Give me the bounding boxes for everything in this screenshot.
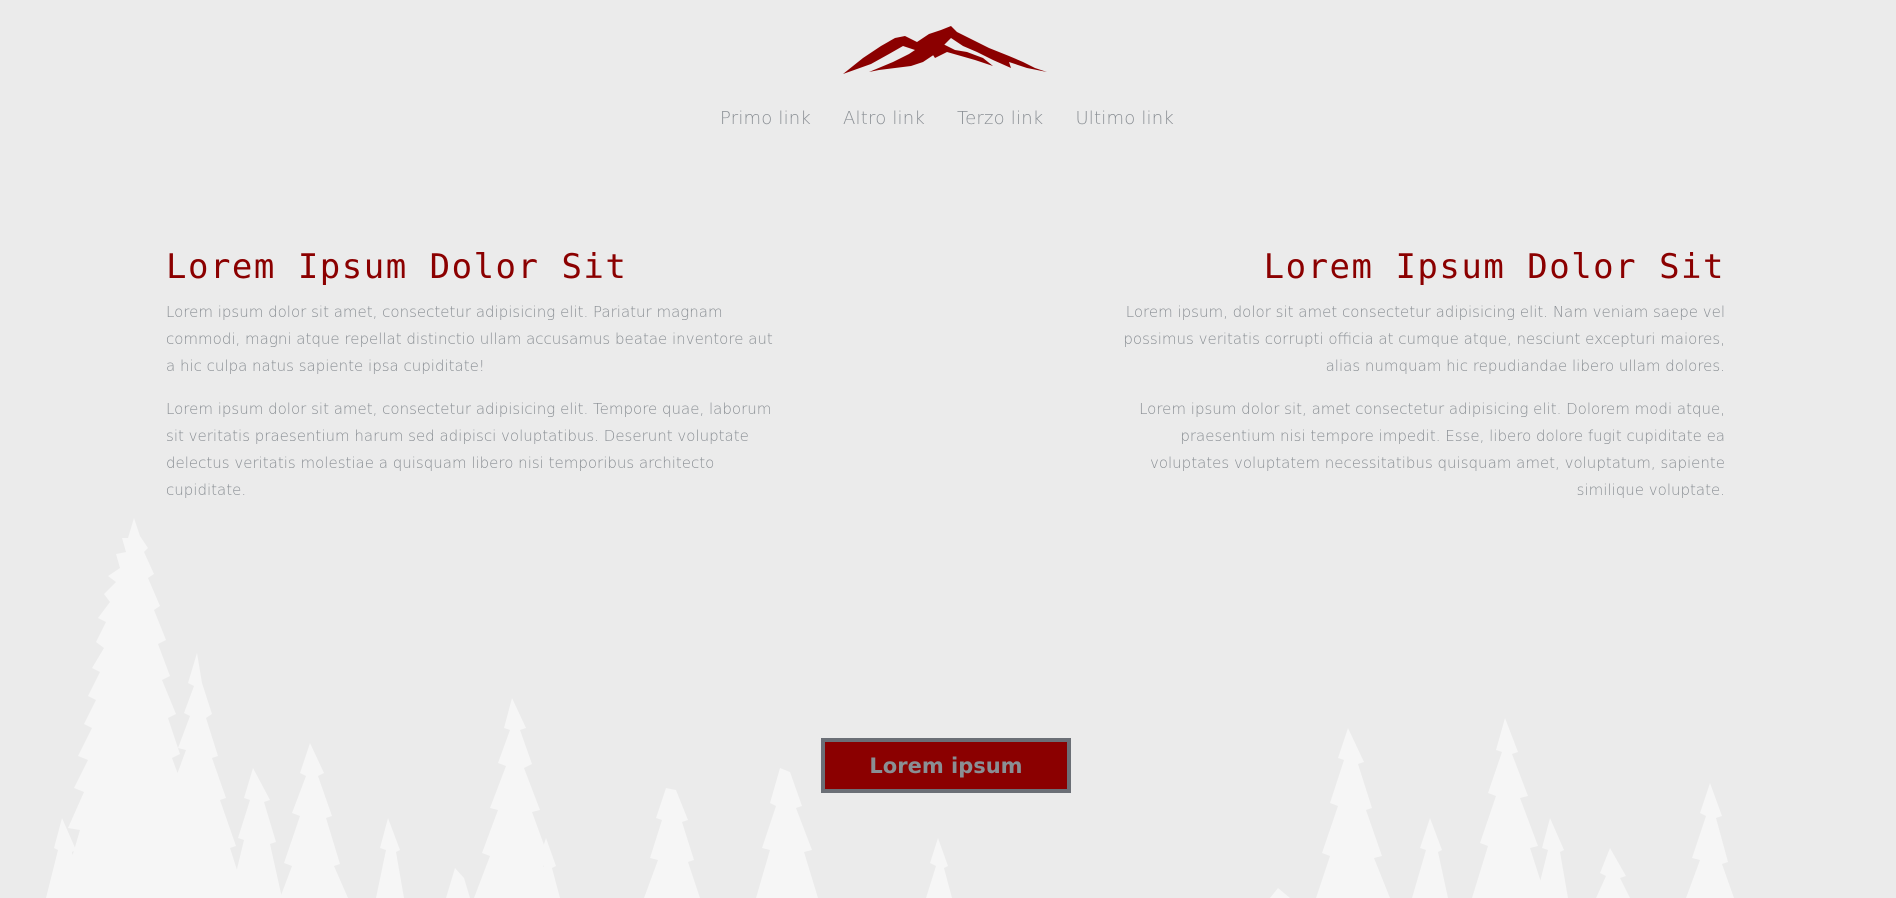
nav-link-primo[interactable]: Primo link [720,108,811,129]
left-paragraph-1: Lorem ipsum dolor sit amet, consectetur … [166,303,773,375]
nav-link-terzo[interactable]: Terzo link [957,108,1043,129]
right-content-column: Lorem Ipsum Dolor Sit Lorem ipsum, dolor… [1105,245,1725,520]
nav-link-ultimo[interactable]: Ultimo link [1075,108,1174,129]
right-heading: Lorem Ipsum Dolor Sit [1263,247,1725,287]
right-paragraph-1: Lorem ipsum, dolor sit amet consectetur … [1123,303,1725,375]
pine-forest-silhouette-icon [46,518,1734,898]
left-paragraph-2: Lorem ipsum dolor sit amet, consectetur … [166,400,772,499]
left-content-column: Lorem Ipsum Dolor Sit Lorem ipsum dolor … [166,245,781,520]
cta-button[interactable]: Lorem ipsum [821,738,1071,793]
left-heading: Lorem Ipsum Dolor Sit [166,247,628,287]
main-nav: Primo link Altro link Terzo link Ultimo … [0,108,1896,129]
nav-link-altro[interactable]: Altro link [843,108,925,129]
right-paragraph-2: Lorem ipsum dolor sit, amet consectetur … [1139,400,1725,499]
page: Primo link Altro link Terzo link Ultimo … [0,0,1896,898]
mountain-logo-icon[interactable] [843,24,1048,76]
